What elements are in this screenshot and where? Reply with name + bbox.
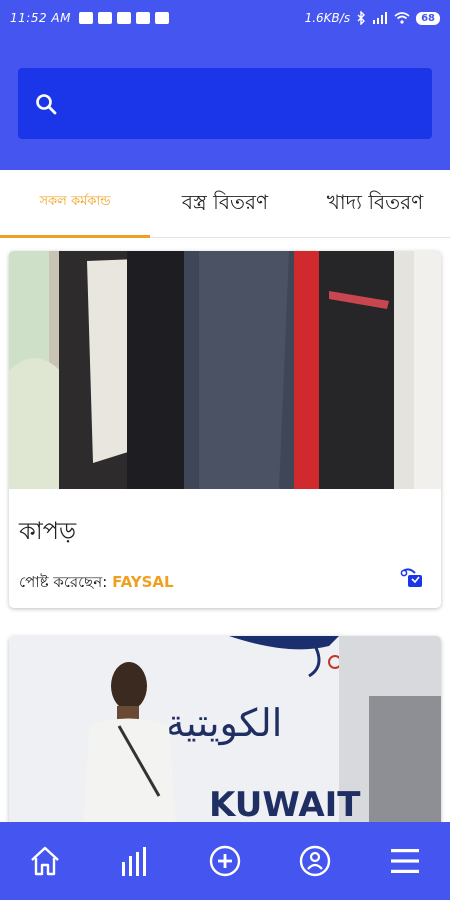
facebook-icon: [97, 12, 112, 24]
signal-icon: [373, 12, 388, 24]
share-icon[interactable]: [399, 565, 425, 591]
status-bar: 11:52 AM 1.6KB/s 68: [0, 0, 450, 36]
post-list[interactable]: কাপড় পোষ্ট করেছেন: FAYSAL الكويتية KUWA…: [0, 238, 450, 822]
tab-food-distribution[interactable]: খাদ্য বিতরণ: [300, 170, 450, 238]
youtube-icon: [135, 12, 150, 24]
status-time: 11:52 AM: [10, 11, 71, 25]
kuwait-arabic-text: الكويتية: [166, 701, 283, 746]
app-header: 11:52 AM 1.6KB/s 68: [0, 0, 450, 170]
tab-clothes-distribution[interactable]: বস্ত্র বিতরণ: [150, 170, 300, 238]
nav-profile-button[interactable]: [293, 839, 337, 883]
profile-icon[interactable]: [298, 844, 332, 878]
nav-add-button[interactable]: [203, 839, 247, 883]
post-card[interactable]: কাপড় পোষ্ট করেছেন: FAYSAL: [9, 251, 441, 608]
bar-chart-icon[interactable]: [118, 844, 152, 878]
posted-by-label: পোষ্ট করেছেন:: [19, 573, 108, 591]
home-icon[interactable]: [28, 844, 62, 878]
search-icon[interactable]: [34, 92, 58, 116]
post-image-clothes[interactable]: [9, 251, 441, 489]
menu-icon[interactable]: [388, 844, 422, 878]
tab-all-activities[interactable]: সকল কর্মকান্ড: [0, 170, 150, 238]
wifi-icon: [394, 12, 410, 24]
notification-icons: [78, 12, 169, 24]
nav-home-button[interactable]: [23, 839, 67, 883]
post-author: পোষ্ট করেছেন: FAYSAL: [19, 571, 174, 596]
search-input[interactable]: [70, 94, 410, 113]
post-title[interactable]: কাপড়: [19, 513, 76, 553]
facebook-icon: [78, 12, 93, 24]
search-bar[interactable]: [18, 68, 432, 139]
youtube-icon: [154, 12, 169, 24]
post-card[interactable]: الكويتية KUWAIT: [9, 636, 441, 822]
clothes-photo: [9, 251, 441, 489]
nav-menu-button[interactable]: [383, 839, 427, 883]
add-circle-icon[interactable]: [208, 844, 242, 878]
category-tabs: সকল কর্মকান্ড বস্ত্র বিতরণ খাদ্য বিতরণ: [0, 170, 450, 238]
post-image-kuwait[interactable]: الكويتية KUWAIT: [9, 636, 441, 822]
kuwait-latin-text: KUWAIT: [209, 785, 361, 822]
author-name: FAYSAL: [112, 573, 174, 591]
status-right: 1.6KB/s 68: [305, 11, 440, 25]
battery-indicator: 68: [416, 11, 440, 25]
bluetooth-icon: [357, 11, 366, 25]
youtube-icon: [116, 12, 131, 24]
network-speed: 1.6KB/s: [304, 11, 351, 25]
nav-stats-button[interactable]: [113, 839, 157, 883]
kuwait-photo: الكويتية KUWAIT: [9, 636, 441, 822]
bottom-navigation: [0, 822, 450, 900]
